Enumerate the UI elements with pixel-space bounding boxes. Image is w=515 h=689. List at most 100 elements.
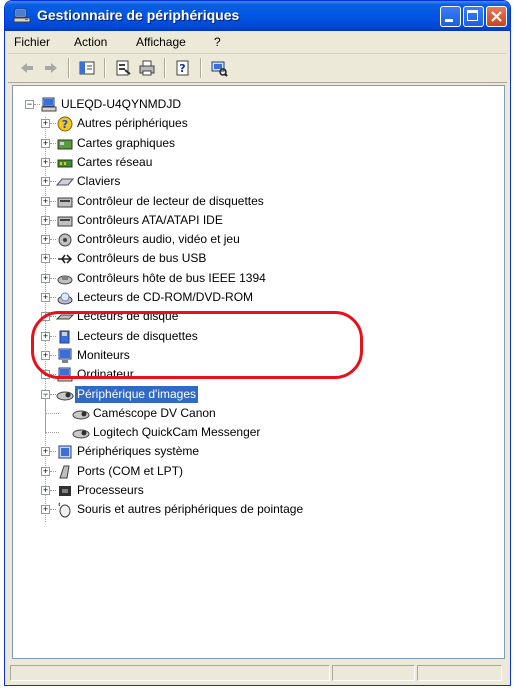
device-manager-window: Gestionnaire de périphériques Fichier Ac… [4,0,511,686]
forward-icon[interactable] [42,59,60,77]
device-manager-icon [13,8,31,23]
status-bar [8,662,507,684]
tree-item-label: Contrôleurs de bus USB [77,251,207,266]
expand-icon[interactable]: + [41,273,50,283]
menu-affichage[interactable]: Affichage [136,35,186,49]
tree-item-label: Souris et autres périphériques de pointa… [77,502,304,517]
expand-icon[interactable]: + [41,466,50,476]
imaging-device-icon [56,391,74,400]
svg-text:?: ? [62,118,68,131]
expand-icon[interactable]: + [41,157,50,167]
show-hide-tree-icon[interactable] [78,59,96,77]
network-adapter-icon [57,159,73,168]
computer-icon [41,97,57,112]
menu-help[interactable]: ? [214,35,221,49]
tree-item[interactable]: + Cartes réseau [13,154,493,171]
tree-item[interactable]: + Contrôleurs audio, vidéo et jeu [13,231,493,248]
menu-fichier[interactable]: Fichier [14,35,50,49]
expand-icon[interactable]: + [41,138,50,148]
tree-child-item[interactable]: Caméscope DV Canon [13,405,493,422]
status-cell-2 [332,665,415,681]
tree-item-label: Claviers [77,174,121,189]
tree-item-label: Caméscope DV Canon [93,405,216,420]
tree-item-label: Contrôleurs ATA/ATAPI IDE [77,212,223,227]
display-adapter-icon [57,139,73,150]
unknown-device-icon: ? [57,116,73,132]
tree-item-label: Ports (COM et LPT) [77,463,184,478]
port-icon [59,465,70,479]
tree-item[interactable]: + Contrôleur de lecteur de disquettes [13,193,493,210]
close-button[interactable] [486,6,507,27]
menu-action[interactable]: Action [74,35,107,49]
system-device-icon [58,445,72,459]
imaging-device-icon [72,429,90,439]
toolbar-separator [104,58,106,78]
audio-icon [58,233,72,247]
status-cell-main [10,665,330,681]
menu-bar: Fichier Action Affichage ? [8,31,507,54]
keyboard-icon [56,178,74,186]
properties-icon[interactable] [114,59,132,77]
help-icon[interactable]: ? [174,59,192,77]
tree-item-label: Processeurs [77,483,144,497]
tree-item[interactable]: + Contrôleurs ATA/ATAPI IDE [13,212,493,229]
tree-item[interactable]: + Cartes graphiques [13,135,493,152]
mouse-icon [58,502,71,518]
expand-icon[interactable]: + [41,447,50,457]
tree-item-label-selected: Périphérique d'images [75,385,199,403]
minimize-icon [445,19,453,22]
back-icon[interactable] [18,59,36,77]
toolbar-separator [200,58,202,78]
firewire-icon [57,275,73,285]
tree-item[interactable]: + Lecteurs de CD-ROM/DVD-ROM [13,289,493,306]
red-highlight-ellipse [31,311,363,379]
tree-child-item[interactable]: Logitech QuickCam Messenger [13,424,493,441]
expand-icon[interactable]: + [41,486,50,495]
expand-icon[interactable]: + [41,293,50,302]
expand-icon[interactable]: + [41,119,50,129]
toolbar-separator [68,58,70,78]
floppy-controller-icon [57,197,73,207]
tree-item-label: Contrôleurs hôte de bus IEEE 1394 [77,270,266,285]
expand-icon[interactable]: + [41,254,50,264]
tree-item[interactable]: + Claviers [13,173,493,190]
expand-icon[interactable]: + [41,177,50,187]
tree-item[interactable]: + Processeurs [13,482,493,499]
maximize-icon [467,10,478,21]
tree-item[interactable]: + Contrôleurs hôte de bus IEEE 1394 [13,270,493,287]
tree-connector [45,412,59,415]
scan-hardware-icon[interactable] [210,59,228,77]
tree-item-label: Contrôleurs audio, vidéo et jeu [77,232,240,247]
tree-item[interactable]: +? Autres périphériques [13,115,493,132]
svg-text:?: ? [179,62,185,75]
collapse-icon[interactable]: − [25,100,34,109]
tree-item[interactable]: + Ports (COM et LPT) [13,463,493,480]
tree-item[interactable]: + Contrôleurs de bus USB [13,250,493,267]
minimize-button[interactable] [440,6,461,27]
tree-item-label: Logitech QuickCam Messenger [93,425,261,440]
tree-item-label: ULEQD-U4QYNMDJD [61,97,182,111]
print-icon[interactable] [138,59,156,77]
tree-item[interactable]: − Périphérique d'images [13,385,493,403]
ide-controller-icon [57,216,73,227]
window-title: Gestionnaire de périphériques [37,7,240,23]
toolbar-separator [164,58,166,78]
imaging-device-icon [72,410,90,420]
maximize-button[interactable] [463,6,484,27]
expand-icon[interactable]: + [41,505,50,515]
tree-root[interactable]: − ULEQD-U4QYNMDJD [13,96,493,113]
tree-item-label: Lecteurs de CD-ROM/DVD-ROM [77,290,254,304]
expand-icon[interactable]: + [41,235,50,245]
expand-icon[interactable]: + [41,215,50,225]
tree-item[interactable]: + Périphériques système [13,443,493,460]
close-icon [491,11,502,22]
tree-item-label: Périphériques système [77,444,200,459]
tree-item-label: Contrôleur de lecteur de disquettes [77,193,264,208]
tree-item-label: Autres périphériques [77,116,188,131]
tree-connector [45,432,59,434]
status-cell-3 [417,665,502,681]
tree-item[interactable]: + Souris et autres périphériques de point… [13,501,493,518]
title-bar[interactable]: Gestionnaire de périphériques [5,1,510,31]
expand-icon[interactable]: + [41,196,50,206]
tree-item-label: Cartes graphiques [77,135,176,150]
